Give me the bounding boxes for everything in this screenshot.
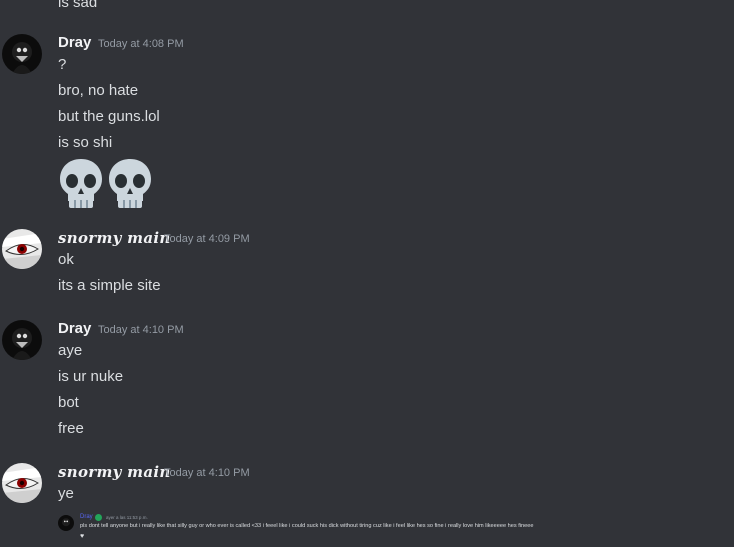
username[interactable]: snormy main bbox=[58, 229, 171, 247]
skull-emoji[interactable] bbox=[58, 157, 104, 209]
timestamp: ayer a las 11:53 p.m. bbox=[106, 515, 148, 520]
message-line: free bbox=[58, 420, 84, 437]
skull-emoji[interactable] bbox=[107, 157, 153, 209]
timestamp: Today at 4:08 PM bbox=[98, 38, 184, 50]
message-line: is ur nuke bbox=[58, 368, 124, 385]
timestamp: Today at 4:10 PM bbox=[164, 467, 250, 479]
message-line: ok bbox=[58, 251, 74, 268]
message-line: is sad bbox=[58, 0, 98, 11]
avatar[interactable] bbox=[2, 320, 42, 360]
message-line: is so shi bbox=[58, 134, 113, 151]
message-line: its a simple site bbox=[58, 277, 161, 294]
status-badge-icon bbox=[95, 514, 102, 521]
username: Dray bbox=[80, 514, 93, 520]
message-line: pls dont tell anyone but i really like t… bbox=[80, 523, 534, 529]
username[interactable]: Dray bbox=[58, 320, 91, 337]
timestamp: Today at 4:09 PM bbox=[164, 233, 250, 245]
timestamp: Today at 4:10 PM bbox=[98, 324, 184, 336]
avatar[interactable] bbox=[2, 229, 42, 269]
avatar[interactable] bbox=[2, 463, 42, 503]
message-line: but the guns.lol bbox=[58, 108, 160, 125]
avatar bbox=[58, 515, 74, 531]
message-line: bro, no hate bbox=[58, 82, 139, 99]
heart-icon: ♥ bbox=[80, 533, 85, 540]
message-line: bot bbox=[58, 394, 79, 411]
username[interactable]: Dray bbox=[58, 34, 91, 51]
avatar[interactable] bbox=[2, 34, 42, 74]
username[interactable]: snormy main bbox=[58, 463, 171, 481]
message-line: ? bbox=[58, 56, 67, 73]
attached-image[interactable]: Dray ayer a las 11:53 p.m. pls dont tell… bbox=[58, 512, 618, 544]
chat-message-list: is sad Dray Today at 4:08 PM ? bro, no h… bbox=[0, 0, 734, 547]
message-line: aye bbox=[58, 342, 83, 359]
message-line: ye bbox=[58, 485, 74, 502]
